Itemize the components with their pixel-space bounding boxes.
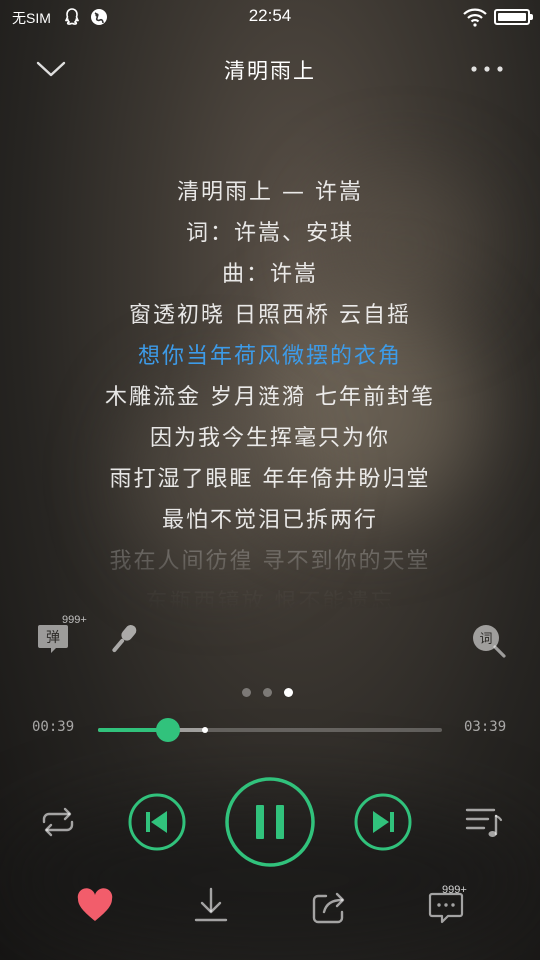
- lyric-line: 雨打湿了眼眶 年年倚井盼归堂: [109, 467, 431, 492]
- lyrics-panel[interactable]: 清明雨上 — 许嵩 词：许嵩、安琪 曲：许嵩窗透初晓 日照西桥 云自摇 想你当年荷风微…: [0, 172, 540, 612]
- battery-icon: [494, 9, 533, 25]
- page-indicator: [242, 688, 302, 698]
- favorite-heart-icon[interactable]: [76, 888, 114, 924]
- progress-bar[interactable]: [98, 718, 442, 742]
- lyric-line: 最怕不觉泪已拆两行: [161, 508, 378, 533]
- danmu-icon[interactable]: 弹: [36, 622, 70, 656]
- next-button[interactable]: [354, 793, 412, 851]
- lyric-line: 我在人间彷徨 寻不到你的天堂: [109, 549, 431, 574]
- page-dot: [263, 688, 272, 697]
- buffer-marker: [201, 727, 208, 733]
- lyric-line: 清明雨上 — 许嵩: [177, 180, 363, 205]
- lyric-line-current: 想你当年荷风微摆的衣角: [137, 344, 402, 369]
- player-header: 清明雨上: [0, 46, 540, 92]
- more-dots-icon[interactable]: [466, 54, 508, 84]
- page-dot: [284, 688, 293, 697]
- share-icon[interactable]: [310, 888, 348, 924]
- lyric-search-label: 词: [479, 632, 492, 647]
- status-bar: 无SIM 22:54: [0, 0, 540, 34]
- current-time: 00:39: [32, 719, 75, 735]
- comment-count-badge: 999+: [442, 884, 467, 896]
- lyric-search-icon[interactable]: 词: [470, 622, 508, 660]
- song-title: 清明雨上: [224, 59, 316, 83]
- play-pause-button[interactable]: [224, 776, 316, 868]
- repeat-icon[interactable]: [38, 804, 78, 840]
- lyric-line: 东瓶西镜放 恨不能遗忘: [145, 590, 395, 612]
- clock: 22:54: [248, 6, 292, 25]
- lyric-line: 窗透初晓 日照西桥 云自摇: [129, 303, 411, 328]
- lyric-line: 曲：许嵩: [221, 262, 318, 287]
- microphone-icon[interactable]: [104, 620, 142, 658]
- danmu-label: 弹: [46, 630, 60, 646]
- seek-handle[interactable]: [155, 718, 180, 742]
- pause-icon: [256, 805, 264, 839]
- page-dot: [242, 688, 251, 697]
- wifi-icon: [463, 8, 487, 27]
- lyric-line: 木雕流金 岁月涟漪 七年前封笔: [105, 385, 435, 410]
- lyric-line: 词：许嵩、安琪: [185, 221, 354, 246]
- previous-button[interactable]: [128, 793, 186, 851]
- lyric-line: 因为我今生挥毫只为你: [149, 426, 390, 451]
- danmu-count-badge: 999+: [62, 614, 87, 626]
- playlist-icon[interactable]: [464, 803, 504, 841]
- next-icon: [373, 811, 389, 833]
- download-icon[interactable]: [192, 886, 230, 924]
- total-time: 03:39: [464, 719, 507, 735]
- previous-icon: [146, 812, 150, 832]
